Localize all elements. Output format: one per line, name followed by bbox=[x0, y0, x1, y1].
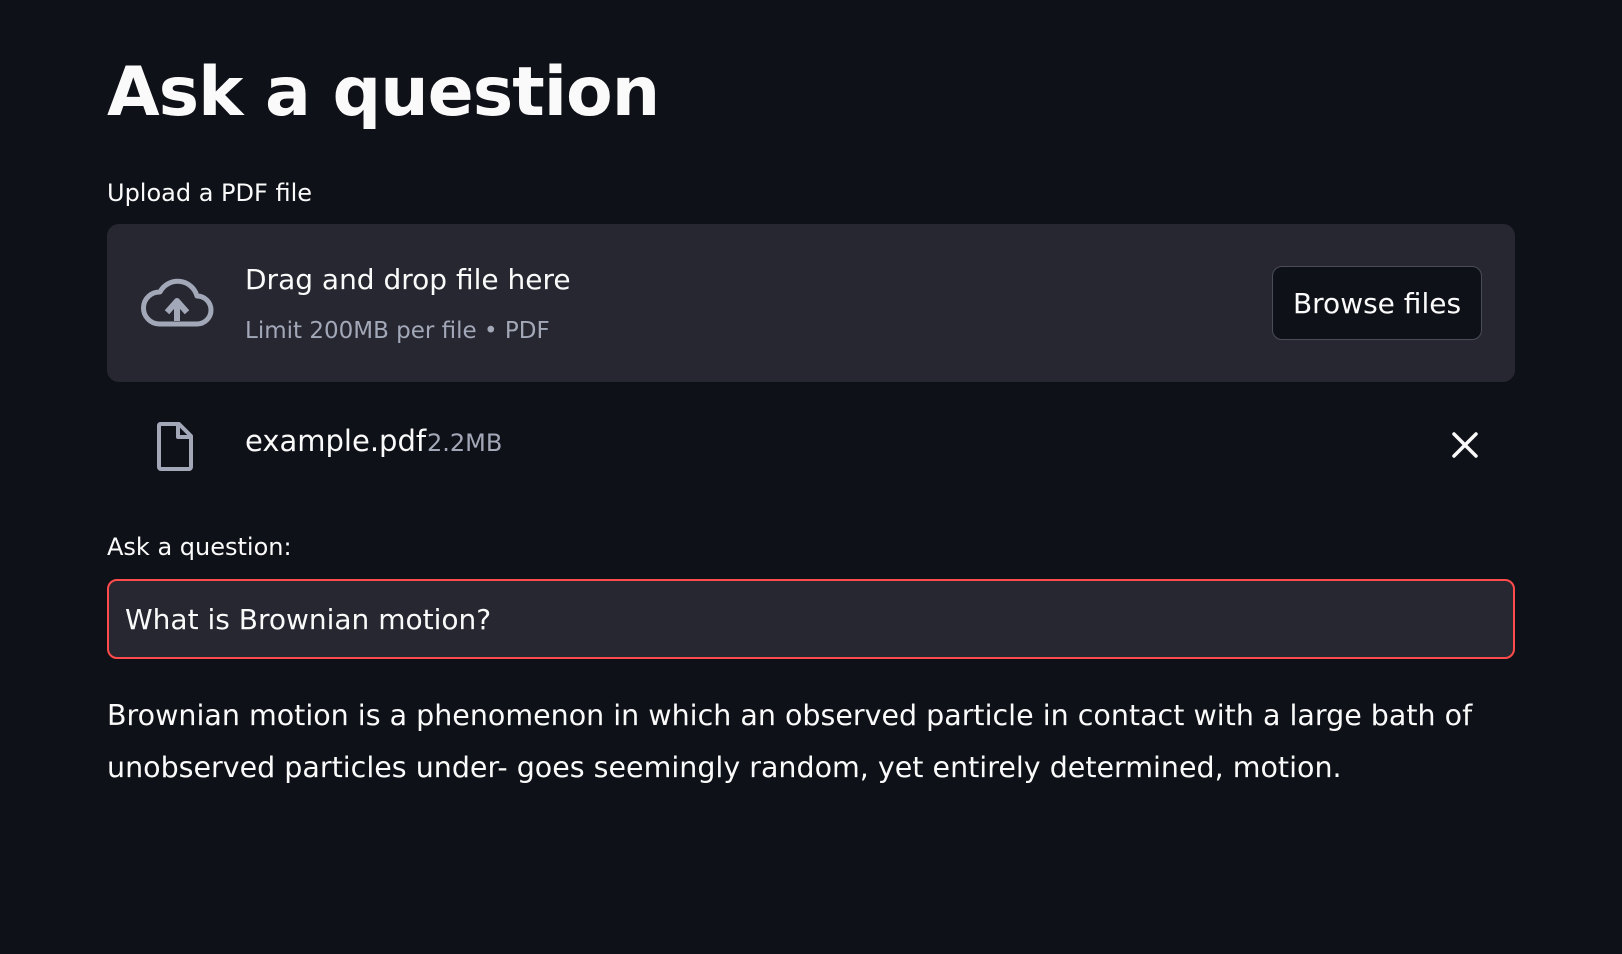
dropzone-title: Drag and drop file here bbox=[245, 263, 571, 296]
page-title: Ask a question bbox=[107, 53, 660, 132]
app-page: Ask a question Upload a PDF file Drag an… bbox=[0, 0, 1622, 954]
question-input[interactable] bbox=[107, 579, 1515, 659]
answer-text: Brownian motion is a phenomenon in which… bbox=[107, 699, 1473, 784]
file-icon bbox=[157, 422, 193, 471]
close-icon[interactable] bbox=[1449, 429, 1481, 461]
uploaded-file-row: example.pdf 2.2MB bbox=[107, 405, 1515, 485]
uploaded-file-name: example.pdf bbox=[245, 424, 427, 458]
browse-files-button[interactable]: Browse files bbox=[1272, 266, 1482, 340]
dropzone-limit-text: Limit 200MB per file • PDF bbox=[245, 318, 550, 344]
question-label: Ask a question: bbox=[107, 533, 292, 561]
cloud-upload-icon bbox=[141, 278, 214, 327]
file-dropzone[interactable]: Drag and drop file here Limit 200MB per … bbox=[107, 224, 1515, 382]
upload-label: Upload a PDF file bbox=[107, 179, 312, 207]
uploaded-file-size: 2.2MB bbox=[427, 429, 503, 457]
